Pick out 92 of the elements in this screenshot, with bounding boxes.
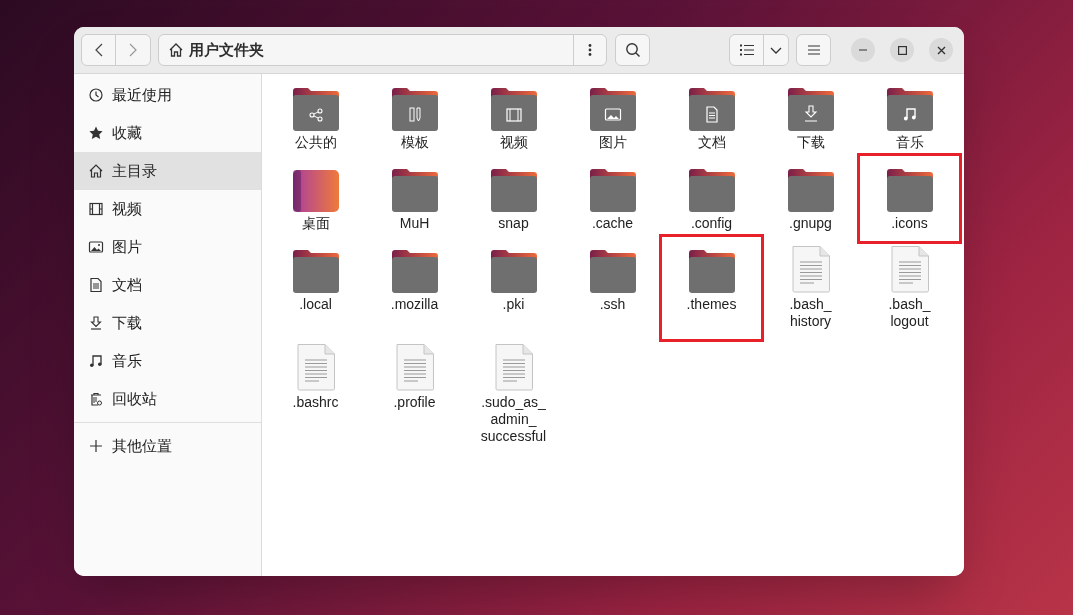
home-path-button[interactable]: 用户文件夹: [159, 35, 573, 65]
folder-name: .mozilla: [389, 296, 440, 313]
folder-icon[interactable]: [589, 168, 636, 212]
folder-icon[interactable]: [688, 249, 735, 293]
folder-name: 模板: [399, 134, 430, 151]
sidebar-item[interactable]: 收藏: [74, 114, 261, 152]
film-icon: [88, 201, 104, 217]
close-button[interactable]: [929, 38, 953, 62]
folder-with-emblem-icon[interactable]: [490, 87, 537, 131]
sidebar-item[interactable]: 下载: [74, 304, 261, 342]
file-name: .profile: [392, 394, 437, 411]
folder-with-emblem-icon[interactable]: [589, 87, 636, 131]
file-name: .sudo_as_admin_successful: [479, 394, 548, 445]
folder-name: 下载: [795, 134, 826, 151]
text-file-icon[interactable]: [790, 245, 831, 293]
folder-name: .pki: [501, 296, 526, 313]
folder-name: .gnupg: [788, 215, 833, 232]
minimize-button[interactable]: [851, 38, 875, 62]
folder-name: 文档: [696, 134, 727, 151]
folder-icon[interactable]: [886, 168, 933, 212]
folder-name: MuH: [398, 215, 431, 232]
document-icon: [88, 277, 104, 293]
home-icon: [88, 163, 104, 179]
folder-name: .cache: [590, 215, 635, 232]
minimize-icon: [859, 49, 867, 51]
vertical-dots-icon: [588, 43, 592, 57]
file-name: .bash_logout: [887, 296, 932, 330]
sidebar-item[interactable]: 其他位置: [74, 427, 261, 465]
music-note-icon: [903, 108, 916, 121]
clock-icon: [88, 87, 104, 103]
plus-icon: [88, 438, 104, 454]
folder-name: 音乐: [894, 134, 925, 151]
maximize-button[interactable]: [890, 38, 914, 62]
folder-name: .icons: [890, 215, 929, 232]
search-icon: [624, 42, 641, 58]
maximize-icon: [897, 45, 907, 55]
film-icon: [505, 108, 522, 122]
sidebar-item[interactable]: 回收站: [74, 380, 261, 418]
text-file-icon[interactable]: [295, 343, 336, 391]
sidebar-item[interactable]: 文档: [74, 266, 261, 304]
sidebar-item[interactable]: 图片: [74, 228, 261, 266]
sidebar-item[interactable]: 音乐: [74, 342, 261, 380]
folder-name: .themes: [685, 296, 738, 313]
download-icon: [88, 315, 104, 331]
folder-with-emblem-icon[interactable]: [688, 87, 735, 131]
main-menu-button[interactable]: [796, 34, 831, 66]
file-name: .bash_history: [788, 296, 833, 330]
folder-icon[interactable]: [490, 168, 537, 212]
star-icon: [88, 125, 104, 141]
desktop-folder-icon[interactable]: [292, 170, 339, 212]
folder-name: 桌面: [300, 215, 331, 232]
download-icon: [803, 105, 818, 122]
folder-with-emblem-icon[interactable]: [886, 87, 933, 131]
ruler-pencil-icon: [409, 107, 420, 122]
chevron-down-icon: [770, 46, 782, 54]
folder-name: snap: [497, 215, 530, 232]
picture-icon: [88, 239, 104, 255]
music-note-icon: [88, 353, 104, 369]
text-file-icon[interactable]: [889, 245, 930, 293]
folder-icon[interactable]: [391, 168, 438, 212]
sidebar-item[interactable]: 视频: [74, 190, 261, 228]
text-file-icon[interactable]: [394, 343, 435, 391]
sidebar-item[interactable]: 最近使用: [74, 76, 261, 114]
folder-icon[interactable]: [589, 249, 636, 293]
sidebar-item[interactable]: 主目录: [74, 152, 261, 190]
close-icon: [936, 45, 946, 55]
folder-icon[interactable]: [787, 168, 834, 212]
folder-icon[interactable]: [490, 249, 537, 293]
document-icon: [705, 106, 718, 123]
home-icon: [168, 42, 184, 58]
folder-with-emblem-icon[interactable]: [292, 87, 339, 131]
folder-name: .config: [689, 215, 734, 232]
folder-with-emblem-icon[interactable]: [391, 87, 438, 131]
folder-name: .ssh: [598, 296, 627, 313]
search-button[interactable]: [615, 34, 650, 66]
folder-name: 图片: [597, 134, 628, 151]
list-icon: [739, 44, 754, 56]
menu-icon: [807, 45, 820, 55]
folder-name: 视频: [498, 134, 529, 151]
text-file-icon[interactable]: [493, 343, 534, 391]
folder-icon[interactable]: [391, 249, 438, 293]
folder-with-emblem-icon[interactable]: [787, 87, 834, 131]
trash-icon: [88, 391, 104, 407]
file-name: .bashrc: [291, 394, 340, 411]
folder-name: .local: [298, 296, 333, 313]
picture-icon: [604, 108, 621, 121]
share-icon: [308, 108, 323, 122]
back-icon: [94, 43, 103, 57]
forward-icon: [129, 43, 137, 57]
folder-icon[interactable]: [688, 168, 735, 212]
folder-icon[interactable]: [292, 249, 339, 293]
folder-name: 公共的: [293, 134, 338, 151]
